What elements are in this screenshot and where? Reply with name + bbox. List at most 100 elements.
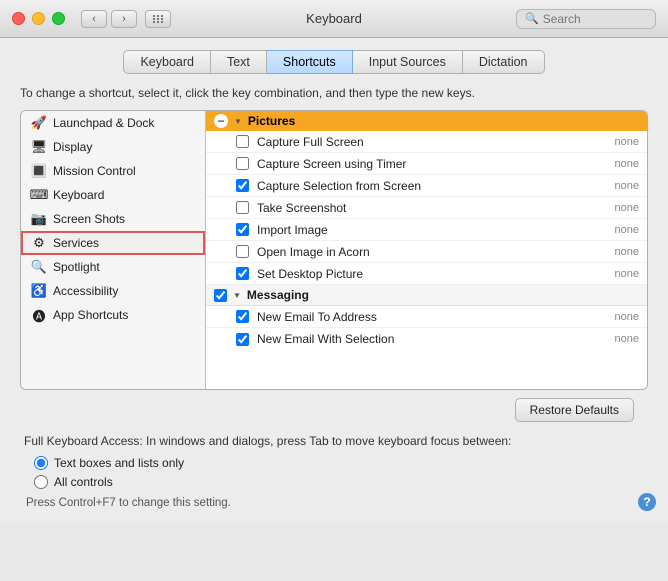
checkbox-capture-selection[interactable]	[236, 179, 249, 192]
shortcut-row-2: Capture Screen using Timer none	[206, 153, 647, 175]
radio-all-controls[interactable]: All controls	[34, 475, 644, 489]
sidebar-item-keyboard[interactable]: ⌨ Keyboard	[21, 183, 205, 207]
full-keyboard-label: Full Keyboard Access: In windows and dia…	[24, 434, 644, 448]
checkbox-take-screenshot[interactable]	[236, 201, 249, 214]
shortcut-row-9: New Email With Selection none	[206, 328, 647, 350]
sidebar-item-app-shortcuts[interactable]: 🅐 App Shortcuts	[21, 303, 205, 327]
sidebar-label-spotlight: Spotlight	[53, 260, 100, 274]
messaging-expand-icon: ▼	[233, 291, 241, 300]
search-input[interactable]	[543, 12, 647, 26]
sidebar-item-services[interactable]: ⚙ Services	[21, 231, 205, 255]
grid-button[interactable]	[145, 10, 171, 28]
sidebar-label-screenshots: Screen Shots	[53, 212, 125, 226]
screenshots-icon: 📷	[31, 211, 47, 227]
checkbox-capture-full[interactable]	[236, 135, 249, 148]
sidebar-item-accessibility[interactable]: ♿ Accessibility	[21, 279, 205, 303]
key-set-desktop: none	[599, 268, 639, 280]
key-take-screenshot: none	[599, 202, 639, 214]
checkbox-open-acorn[interactable]	[236, 245, 249, 258]
mission-control-icon: 🔳	[31, 163, 47, 179]
radio-all-controls-label: All controls	[54, 475, 113, 489]
sidebar: 🚀 Launchpad & Dock 🖥 Display 🔳 Mission C…	[21, 111, 206, 389]
shortcut-row-5: Import Image none	[206, 219, 647, 241]
window-title: Keyboard	[306, 11, 362, 26]
help-button[interactable]: ?	[638, 493, 656, 511]
sidebar-item-mission-control[interactable]: 🔳 Mission Control	[21, 159, 205, 183]
search-bar[interactable]: 🔍	[516, 9, 656, 29]
launchpad-icon: 🚀	[31, 115, 47, 131]
key-new-email-address: none	[599, 311, 639, 323]
radio-text-boxes[interactable]: Text boxes and lists only	[34, 456, 644, 470]
radio-group: Text boxes and lists only All controls	[34, 456, 644, 489]
accessibility-icon: ♿	[31, 283, 47, 299]
back-button[interactable]: ‹	[81, 10, 107, 28]
messaging-section-header: ▼ Messaging	[206, 285, 647, 306]
services-icon: ⚙	[31, 235, 47, 251]
label-capture-selection: Capture Selection from Screen	[257, 179, 591, 193]
sidebar-label-keyboard: Keyboard	[53, 188, 104, 202]
radio-text-boxes-input[interactable]	[34, 456, 48, 470]
restore-defaults-button[interactable]: Restore Defaults	[515, 398, 634, 422]
press-hint: Press Control+F7 to change this setting.	[26, 497, 644, 509]
tab-bar: Keyboard Text Shortcuts Input Sources Di…	[20, 50, 648, 74]
titlebar: ‹ › Keyboard 🔍	[0, 0, 668, 38]
grid-icon	[153, 15, 164, 23]
display-icon: 🖥	[31, 139, 47, 155]
label-open-acorn: Open Image in Acorn	[257, 245, 591, 259]
key-new-email-selection: none	[599, 333, 639, 345]
tab-keyboard[interactable]: Keyboard	[123, 50, 211, 74]
sidebar-label-display: Display	[53, 140, 92, 154]
nav-buttons: ‹ ›	[81, 10, 137, 28]
radio-text-boxes-label: Text boxes and lists only	[54, 456, 184, 470]
main-content: Keyboard Text Shortcuts Input Sources Di…	[0, 38, 668, 521]
sidebar-label-mission-control: Mission Control	[53, 164, 136, 178]
collapse-button[interactable]: −	[214, 114, 228, 128]
checkbox-import-image[interactable]	[236, 223, 249, 236]
label-capture-timer: Capture Screen using Timer	[257, 157, 591, 171]
sidebar-label-launchpad: Launchpad & Dock	[53, 116, 154, 130]
expand-icon: ▼	[234, 117, 242, 126]
label-new-email-address: New Email To Address	[257, 310, 591, 324]
shortcuts-header-label: Pictures	[248, 114, 295, 128]
sidebar-label-app-shortcuts: App Shortcuts	[53, 308, 128, 322]
spotlight-icon: 🔍	[31, 259, 47, 275]
shortcut-row-4: Take Screenshot none	[206, 197, 647, 219]
label-take-screenshot: Take Screenshot	[257, 201, 591, 215]
search-icon: 🔍	[525, 12, 539, 25]
checkbox-capture-timer[interactable]	[236, 157, 249, 170]
radio-all-controls-input[interactable]	[34, 475, 48, 489]
messaging-label: Messaging	[247, 288, 309, 302]
checkbox-set-desktop[interactable]	[236, 267, 249, 280]
panel-area: 🚀 Launchpad & Dock 🖥 Display 🔳 Mission C…	[20, 110, 648, 390]
shortcut-row-1: Capture Full Screen none	[206, 131, 647, 153]
key-capture-full: none	[599, 136, 639, 148]
checkbox-messaging-section[interactable]	[214, 289, 227, 302]
keyboard-icon: ⌨	[31, 187, 47, 203]
checkbox-new-email-selection[interactable]	[236, 333, 249, 346]
label-new-email-selection: New Email With Selection	[257, 332, 591, 346]
sidebar-label-services: Services	[53, 236, 99, 250]
shortcut-row-6: Open Image in Acorn none	[206, 241, 647, 263]
sidebar-item-screenshots[interactable]: 📷 Screen Shots	[21, 207, 205, 231]
window-controls	[12, 12, 65, 25]
key-capture-selection: none	[599, 180, 639, 192]
tab-shortcuts[interactable]: Shortcuts	[267, 50, 353, 74]
shortcut-row-8: New Email To Address none	[206, 306, 647, 328]
maximize-button[interactable]	[52, 12, 65, 25]
forward-button[interactable]: ›	[111, 10, 137, 28]
shortcuts-header: − ▼ Pictures	[206, 111, 647, 131]
checkbox-new-email-address[interactable]	[236, 310, 249, 323]
app-shortcuts-icon: 🅐	[31, 307, 47, 323]
tab-dictation[interactable]: Dictation	[463, 50, 545, 74]
minimize-button[interactable]	[32, 12, 45, 25]
key-capture-timer: none	[599, 158, 639, 170]
label-set-desktop: Set Desktop Picture	[257, 267, 591, 281]
close-button[interactable]	[12, 12, 25, 25]
sidebar-item-display[interactable]: 🖥 Display	[21, 135, 205, 159]
tab-text[interactable]: Text	[211, 50, 267, 74]
sidebar-item-spotlight[interactable]: 🔍 Spotlight	[21, 255, 205, 279]
tab-input-sources[interactable]: Input Sources	[353, 50, 463, 74]
sidebar-item-launchpad[interactable]: 🚀 Launchpad & Dock	[21, 111, 205, 135]
bottom-section: Full Keyboard Access: In windows and dia…	[20, 434, 648, 509]
label-import-image: Import Image	[257, 223, 591, 237]
